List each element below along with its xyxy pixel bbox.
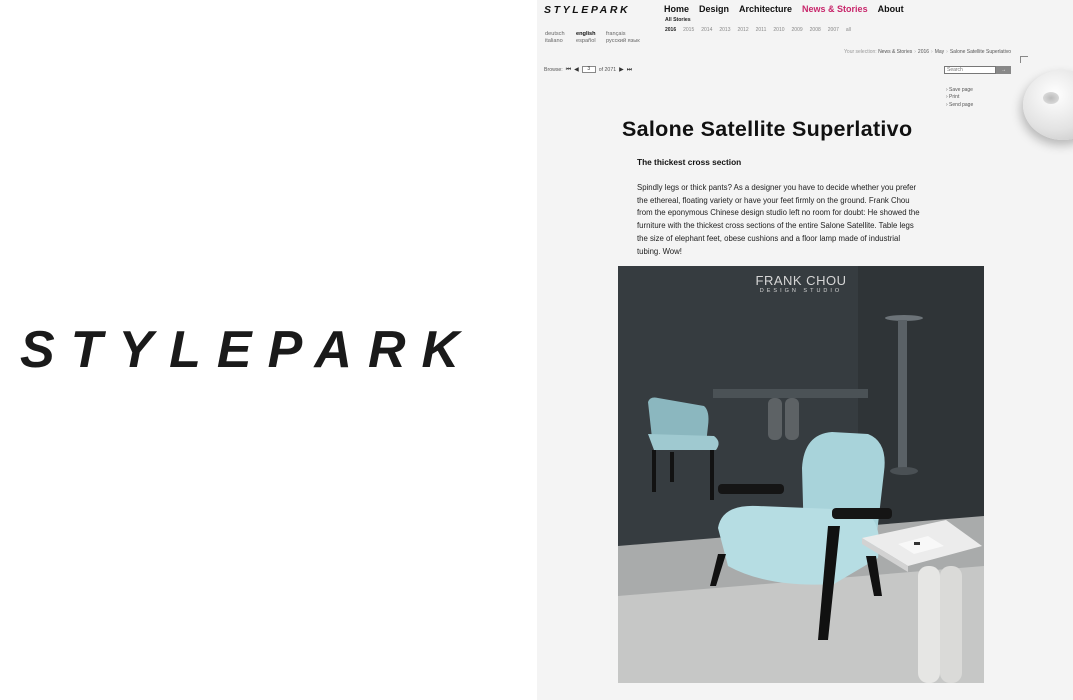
search-input[interactable] [944,66,996,74]
lang-espanol[interactable]: español [576,38,606,44]
photo-wordmark: FRANK CHOU DESIGN STUDIO [618,273,984,295]
nav-about[interactable]: About [878,4,904,14]
breadcrumb-prefix: Your selection: [844,49,877,55]
prev-page-icon[interactable]: ◀ [574,67,579,73]
breadcrumb-item[interactable]: May [935,49,944,55]
year-link-all[interactable]: all [846,27,851,33]
language-switcher: deutsch english français italiano españo… [545,31,651,44]
lang-english[interactable]: english [576,31,606,37]
last-page-icon[interactable]: ⏭ [627,67,632,73]
year-filter: 2016 2015 2014 2013 2012 2011 2010 2009 … [665,27,851,33]
article-body: Spindly legs or thick pants? As a design… [637,183,920,256]
article-photo: FRANK CHOU DESIGN STUDIO [618,266,984,683]
article-subtitle: The thickest cross section [637,157,742,167]
year-link[interactable]: 2009 [792,27,803,33]
year-link[interactable]: 2016 [665,27,676,33]
nav-architecture[interactable]: Architecture [739,4,792,14]
year-link[interactable]: 2015 [683,27,694,33]
year-link[interactable]: 2013 [719,27,730,33]
year-link[interactable]: 2008 [810,27,821,33]
save-page-link[interactable]: › Save page [946,87,973,94]
breadcrumb-current: Salone Satellite Superlativo [949,49,1011,55]
lang-deutsch[interactable]: deutsch [545,31,576,37]
article-title: Salone Satellite Superlativo [622,117,913,141]
year-link[interactable]: 2011 [756,27,767,33]
nav-design[interactable]: Design [699,4,729,14]
browse-pager: Browse: ⏮ ◀ 3 of 2071 ▶ ⏭ [544,66,632,73]
breadcrumb-item[interactable]: News & Stories [878,49,912,55]
breadcrumb: Your selection: News & Stories › 2016 › May ›… [844,49,1011,55]
nav-news-stories[interactable]: News & Stories [802,4,868,14]
corner-mark [1020,56,1028,63]
stylepark-webpage: STYLEPARK Home Design Architecture News … [537,0,1073,700]
page-number-input[interactable]: 3 [581,66,596,73]
decorative-bowl-image [1023,70,1073,140]
search-go-icon[interactable]: → [996,66,1011,74]
print-link[interactable]: › Print [946,94,973,101]
lang-italiano[interactable]: italiano [545,38,576,44]
first-page-icon[interactable]: ⏮ [566,67,571,73]
lang-francais[interactable]: français [606,31,651,37]
page-count: of 2071 [598,66,617,73]
year-link[interactable]: 2010 [773,27,784,33]
browse-label: Browse: [544,66,563,73]
lang-russian[interactable]: русский язык [606,38,651,44]
next-page-icon[interactable]: ▶ [619,67,624,73]
page-actions: › Save page › Print › Send page [946,87,973,109]
furniture-scene-illustration [618,266,984,683]
year-link[interactable]: 2007 [828,27,839,33]
site-logo[interactable]: STYLEPARK [544,4,630,16]
send-page-link[interactable]: › Send page [946,102,973,109]
year-link[interactable]: 2012 [738,27,749,33]
search-box: → [944,66,1011,74]
year-link[interactable]: 2014 [701,27,712,33]
breadcrumb-item[interactable]: 2016 [918,49,929,55]
subnav-all-stories[interactable]: All Stories [665,17,691,23]
photo-wordmark-line1: FRANK CHOU [755,273,847,288]
nav-home[interactable]: Home [664,4,689,14]
big-stylepark-logo: STYLEPARK [20,321,476,379]
photo-wordmark-line2: DESIGN STUDIO [759,288,843,294]
main-nav: Home Design Architecture News & Stories … [664,4,904,14]
